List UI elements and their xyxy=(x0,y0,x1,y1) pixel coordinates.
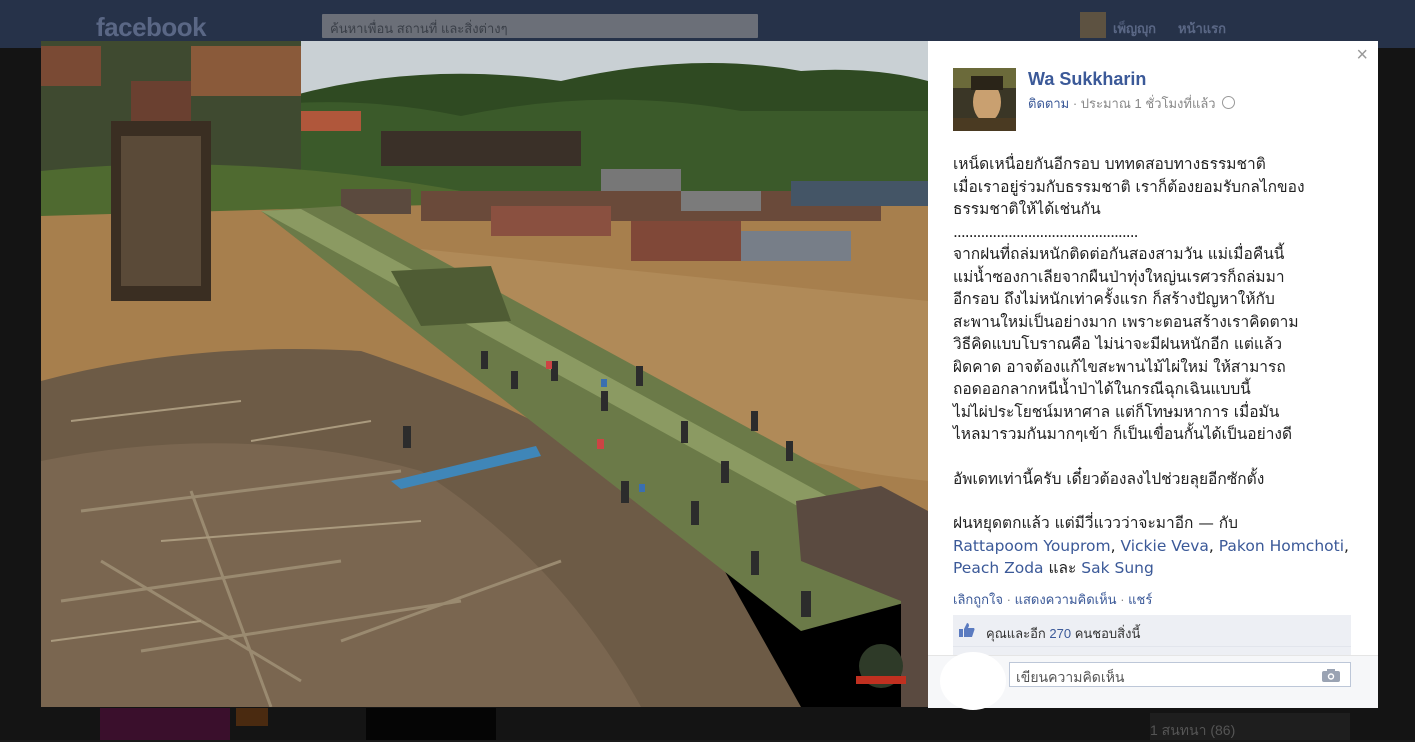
post-line: แม่น้ำซองกาเลียจากผืนป่าทุ่งใหญ่นเรศวรก็… xyxy=(953,267,1285,286)
meta-separator: · xyxy=(1069,96,1081,111)
post-line: สะพานใหม่เป็นอย่างมาก เพราะตอนสร้างเราคิ… xyxy=(953,312,1299,331)
tagged-friend-link[interactable]: Sak Sung xyxy=(1081,559,1154,577)
post-text: เหน็ดเหนื่อยกันอีกรอบ บททดสอบทางธรรมชาติ… xyxy=(953,153,1358,580)
camera-icon[interactable] xyxy=(1322,669,1340,682)
post-timestamp[interactable]: ประมาณ 1 ชั่วโมงที่แล้ว xyxy=(1081,96,1216,111)
commenter-avatar xyxy=(940,652,1006,710)
post-meta: ติดตาม · ประมาณ 1 ชั่วโมงที่แล้ว xyxy=(1028,93,1236,114)
likes-text: คุณและอีก 270 คนชอบสิ่งนี้ xyxy=(986,623,1140,644)
post-sidebar: × Wa Sukkharin ติดตาม · ประมาณ 1 ชั่วโมง… xyxy=(928,41,1378,710)
post-line: จากฝนที่ถล่มหนักติดต่อกันสองสามวัน แม่เม… xyxy=(953,245,1285,263)
comment-composer: เขียนความคิดเห็น xyxy=(928,652,1378,710)
post-closing-line: ฝนหยุดตกแล้ว แต่มีวี่แววว่าจะมาอีก — กับ xyxy=(953,514,1238,532)
likes-suffix: คนชอบสิ่งนี้ xyxy=(1074,626,1141,641)
likes-divider xyxy=(953,647,1351,655)
bg-block xyxy=(100,708,230,740)
unlike-link[interactable]: เลิกถูกใจ xyxy=(953,592,1003,607)
post-line: ธรรมชาติให้ได้เช่นกัน xyxy=(953,200,1101,218)
comment-input[interactable]: เขียนความคิดเห็น xyxy=(1009,662,1351,687)
facebook-logo[interactable]: facebook xyxy=(96,12,207,43)
likes-summary: คุณและอีก 270 คนชอบสิ่งนี้ xyxy=(953,615,1351,647)
post-line: ไหลมารวมกันมากๆเข้า ก็เป็นเขื่อนกั้นได้เ… xyxy=(953,425,1293,443)
post-line: ถอดออกลากหนีน้ำป่าได้ในกรณีฉุกเฉินแบบนี้ xyxy=(953,380,1251,398)
action-separator: · xyxy=(1116,592,1129,607)
comment-placeholder: เขียนความคิดเห็น xyxy=(1016,670,1125,686)
photo-viewer[interactable] xyxy=(41,41,928,707)
tagged-friends: Rattapoom Youprom, Vickie Veva, Pakon Ho… xyxy=(953,536,1349,578)
follow-link[interactable]: ติดตาม xyxy=(1028,96,1069,111)
author-avatar-image xyxy=(953,68,1016,131)
chat-sidebar-label[interactable]: 1 สนทนา (86) xyxy=(1150,720,1235,742)
nav-profile-link[interactable]: เพ็ญญุก xyxy=(1113,18,1156,39)
globe-icon[interactable] xyxy=(1222,96,1236,109)
close-button[interactable]: × xyxy=(1356,45,1368,65)
post-line: เหน็ดเหนื่อยกันอีกรอบ บททดสอบทางธรรมชาติ xyxy=(953,155,1266,173)
likes-prefix: คุณและอีก xyxy=(986,626,1046,641)
thumbs-up-icon xyxy=(959,623,975,637)
comment-link[interactable]: แสดงความคิดเห็น xyxy=(1015,592,1117,607)
profile-avatar[interactable] xyxy=(1080,12,1106,38)
author-name-link[interactable]: Wa Sukkharin xyxy=(1028,69,1146,90)
search-input[interactable]: ค้นหาเพื่อน สถานที่ และสิ่งต่างๆ xyxy=(322,14,758,38)
bg-block xyxy=(366,708,496,740)
tagged-friend-link[interactable]: Peach Zoda xyxy=(953,559,1044,577)
share-link[interactable]: แชร์ xyxy=(1128,592,1152,607)
post-line: อีกรอบ ถึงไม่หนักเท่าครั้งแรก ก็สร้างปัญ… xyxy=(953,290,1275,308)
nav-home-link[interactable]: หน้าแรก xyxy=(1178,18,1226,39)
author-avatar[interactable] xyxy=(953,68,1016,131)
post-update-line: อัพเดทเท่านี้ครับ เดี๋ยวต้องลงไปช่วยลุยอ… xyxy=(953,469,1265,488)
tag-conjunction: และ xyxy=(1048,559,1077,577)
action-separator: · xyxy=(1003,592,1015,607)
post-line: ไม่ไผ่ประโยชน์มหาศาล แต่ก็โทษมหาการ เมื่… xyxy=(953,402,1280,421)
likes-count-link[interactable]: 270 xyxy=(1049,626,1071,641)
tagged-friend-link[interactable]: Vickie Veva xyxy=(1120,537,1208,555)
flood-bridge-photo xyxy=(41,41,928,707)
post-line: เมื่อเราอยู่ร่วมกับธรรมชาติ เราก็ต้องยอม… xyxy=(953,177,1305,196)
tagged-friend-link[interactable]: Rattapoom Youprom xyxy=(953,537,1111,555)
post-actions: เลิกถูกใจ · แสดงความคิดเห็น · แชร์ xyxy=(953,589,1152,610)
post-line: ........................................… xyxy=(953,222,1139,241)
bg-block xyxy=(236,708,268,726)
tagged-friend-link[interactable]: Pakon Homchoti xyxy=(1219,537,1344,555)
photo-lightbox: × Wa Sukkharin ติดตาม · ประมาณ 1 ชั่วโมง… xyxy=(41,41,1378,710)
post-line: ผิดคาด อาจต้องแก้ไขสะพานไม้ไผ่ใหม่ ให้สา… xyxy=(953,357,1286,376)
post-line: วิธีคิดแบบโบราณคือ ไม่น่าจะมีฝนหนักอีก แ… xyxy=(953,335,1283,353)
search-placeholder: ค้นหาเพื่อน สถานที่ และสิ่งต่างๆ xyxy=(330,21,508,36)
